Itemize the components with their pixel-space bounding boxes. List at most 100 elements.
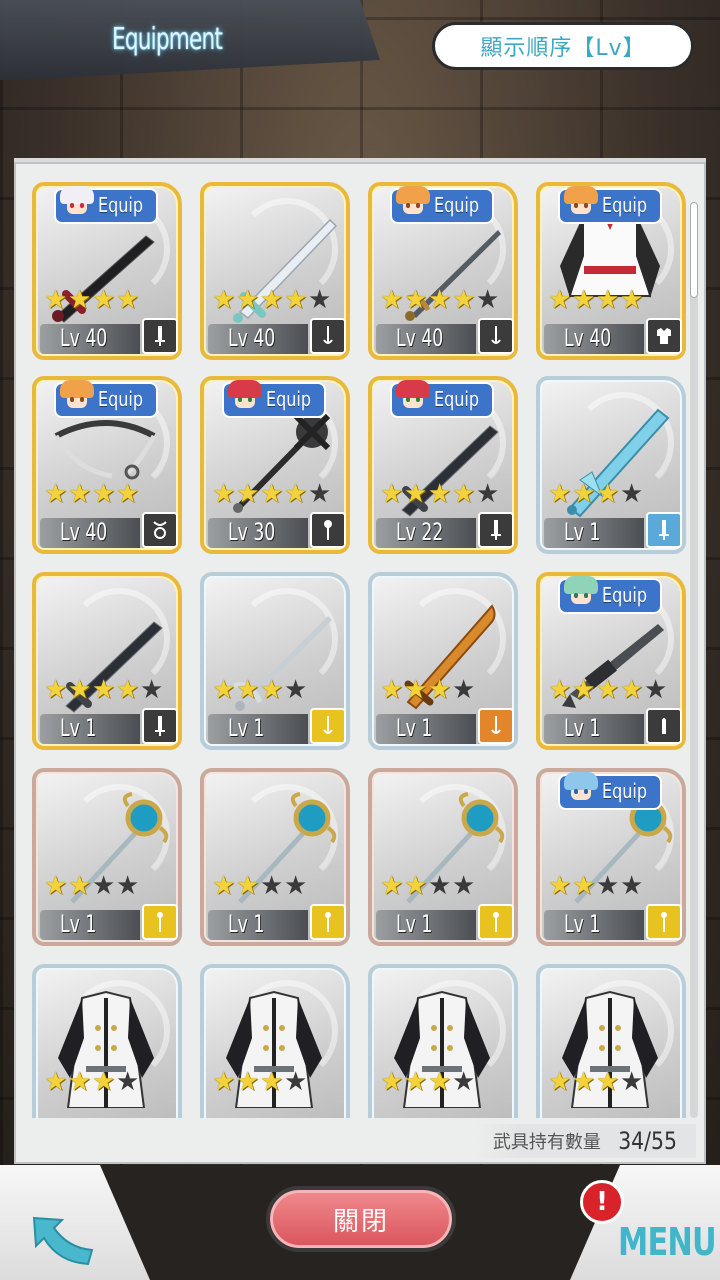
equipment-card[interactable]: Equip ★ ★ ★ ★ Lv 40: [32, 376, 182, 554]
level-bar: Lv 40: [40, 324, 140, 354]
level-label: Lv 40: [396, 324, 444, 352]
star-filled-icon: ★: [44, 285, 68, 315]
star-empty-icon: ★: [284, 1067, 308, 1097]
star-filled-icon: ★: [380, 479, 404, 509]
scrollbar[interactable]: [690, 202, 698, 1118]
star-filled-icon: ★: [260, 1067, 284, 1097]
equipment-card[interactable]: ★ ★ ★ ★ Lv 1: [32, 768, 182, 946]
character-portrait-icon: [60, 380, 94, 416]
equipment-card[interactable]: ★ ★ ★ ★ ★ Lv 1: [32, 572, 182, 750]
equipment-card[interactable]: ★ ★ ★ ★ Lv 1: [368, 768, 518, 946]
equipment-card[interactable]: ★ ★ ★ ★ ★ Lv 40: [200, 182, 350, 360]
rapier-icon: [478, 708, 514, 744]
star-filled-icon: ★: [548, 675, 572, 705]
rapier-icon: [310, 708, 346, 744]
star-filled-icon: ★: [620, 285, 644, 315]
star-filled-icon: ★: [68, 1067, 92, 1097]
rarity-stars: ★ ★ ★ ★: [44, 1067, 140, 1100]
equipment-card[interactable]: ★ ★ ★ ★: [32, 964, 182, 1118]
staff-icon: [478, 904, 514, 940]
armor-icon: [646, 318, 682, 354]
equipment-card[interactable]: Equip ★ ★ ★ ★ Lv 40: [32, 182, 182, 360]
equipment-card[interactable]: ★ ★ ★ ★: [368, 964, 518, 1118]
star-filled-icon: ★: [428, 1067, 452, 1097]
star-filled-icon: ★: [236, 1067, 260, 1097]
equipment-card[interactable]: Equip ★ ★ ★ ★ ★ Lv 40: [368, 182, 518, 360]
equipment-card[interactable]: ★ ★ ★ ★ Lv 1: [200, 768, 350, 946]
star-empty-icon: ★: [140, 675, 164, 705]
star-filled-icon: ★: [212, 675, 236, 705]
star-filled-icon: ★: [92, 1067, 116, 1097]
equipment-card[interactable]: Equip ★ ★ ★ ★ ★ Lv 30: [200, 376, 350, 554]
level-bar: Lv 1: [40, 910, 140, 940]
star-filled-icon: ★: [212, 1067, 236, 1097]
equipped-badge: Equip: [390, 186, 494, 224]
equipment-card[interactable]: ★ ★ ★ ★: [200, 964, 350, 1118]
equipment-card[interactable]: ★ ★ ★ ★ Lv 1: [536, 376, 686, 554]
star-empty-icon: ★: [620, 479, 644, 509]
mace-icon: [310, 512, 346, 548]
star-filled-icon: ★: [380, 675, 404, 705]
star-filled-icon: ★: [596, 479, 620, 509]
page-title: Equipment: [112, 22, 223, 57]
scroll-thumb[interactable]: [690, 202, 698, 298]
star-filled-icon: ★: [260, 285, 284, 315]
star-filled-icon: ★: [212, 285, 236, 315]
level-label: Lv 1: [396, 910, 433, 938]
equipped-badge: Equip: [54, 380, 158, 418]
star-filled-icon: ★: [404, 479, 428, 509]
star-empty-icon: ★: [452, 675, 476, 705]
back-button[interactable]: [28, 1210, 98, 1270]
bullet-icon: [646, 708, 682, 744]
menu-button[interactable]: MENU: [618, 1220, 717, 1264]
star-filled-icon: ★: [44, 479, 68, 509]
level-label: Lv 40: [228, 324, 276, 352]
star-filled-icon: ★: [284, 285, 308, 315]
level-label: Lv 1: [564, 714, 601, 742]
equipment-card[interactable]: Equip ★ ★ ★ ★ Lv 40: [536, 182, 686, 360]
close-button[interactable]: 關閉: [266, 1186, 456, 1252]
star-filled-icon: ★: [260, 479, 284, 509]
character-portrait-icon: [60, 186, 94, 222]
sword-icon: [142, 708, 178, 744]
equipment-count-label: 武具持有數量: [492, 1132, 601, 1153]
level-bar: Lv 1: [376, 714, 476, 744]
star-empty-icon: ★: [260, 871, 284, 901]
equipment-card[interactable]: Equip ★ ★ ★ ★ ★ Lv 22: [368, 376, 518, 554]
star-filled-icon: ★: [68, 285, 92, 315]
star-empty-icon: ★: [92, 871, 116, 901]
character-portrait-icon: [228, 380, 262, 416]
equipment-card[interactable]: Equip ★ ★ ★ ★ ★ Lv 1: [536, 572, 686, 750]
star-filled-icon: ★: [428, 479, 452, 509]
equipment-grid[interactable]: Equip ★ ★ ★ ★ Lv 40 ★ ★ ★ ★ ★ Lv 40 Equip ★ ★ ★ ★ ★ Lv 40 E…: [32, 182, 690, 1118]
rarity-stars: ★ ★ ★ ★ ★: [548, 675, 668, 708]
equipment-card[interactable]: ★ ★ ★ ★ Lv 1: [200, 572, 350, 750]
rarity-stars: ★ ★ ★ ★: [548, 1067, 644, 1100]
star-filled-icon: ★: [572, 285, 596, 315]
star-filled-icon: ★: [44, 675, 68, 705]
star-filled-icon: ★: [68, 871, 92, 901]
level-label: Lv 1: [564, 518, 601, 546]
star-filled-icon: ★: [212, 479, 236, 509]
rarity-stars: ★ ★ ★ ★: [548, 285, 644, 318]
star-filled-icon: ★: [116, 479, 140, 509]
character-portrait-icon: [396, 186, 430, 222]
equipment-card[interactable]: Equip ★ ★ ★ ★ Lv 1: [536, 768, 686, 946]
level-bar: Lv 1: [40, 714, 140, 744]
equipment-card[interactable]: ★ ★ ★ ★: [536, 964, 686, 1118]
sort-order-button[interactable]: 顯示順序【Lv】: [432, 22, 694, 70]
rarity-stars: ★ ★ ★ ★ ★: [212, 285, 332, 318]
character-portrait-icon: [396, 380, 430, 416]
equip-label: Equip: [602, 779, 648, 803]
equipment-count: 武具持有數量 34/55: [476, 1124, 696, 1158]
star-empty-icon: ★: [620, 1067, 644, 1097]
star-filled-icon: ★: [380, 871, 404, 901]
star-empty-icon: ★: [428, 871, 452, 901]
equipment-card[interactable]: ★ ★ ★ ★ Lv 1: [368, 572, 518, 750]
star-filled-icon: ★: [380, 285, 404, 315]
rarity-stars: ★ ★ ★ ★: [380, 675, 476, 708]
notification-badge: !: [580, 1180, 624, 1224]
star-empty-icon: ★: [284, 871, 308, 901]
equip-label: Equip: [98, 387, 144, 411]
star-empty-icon: ★: [476, 285, 500, 315]
